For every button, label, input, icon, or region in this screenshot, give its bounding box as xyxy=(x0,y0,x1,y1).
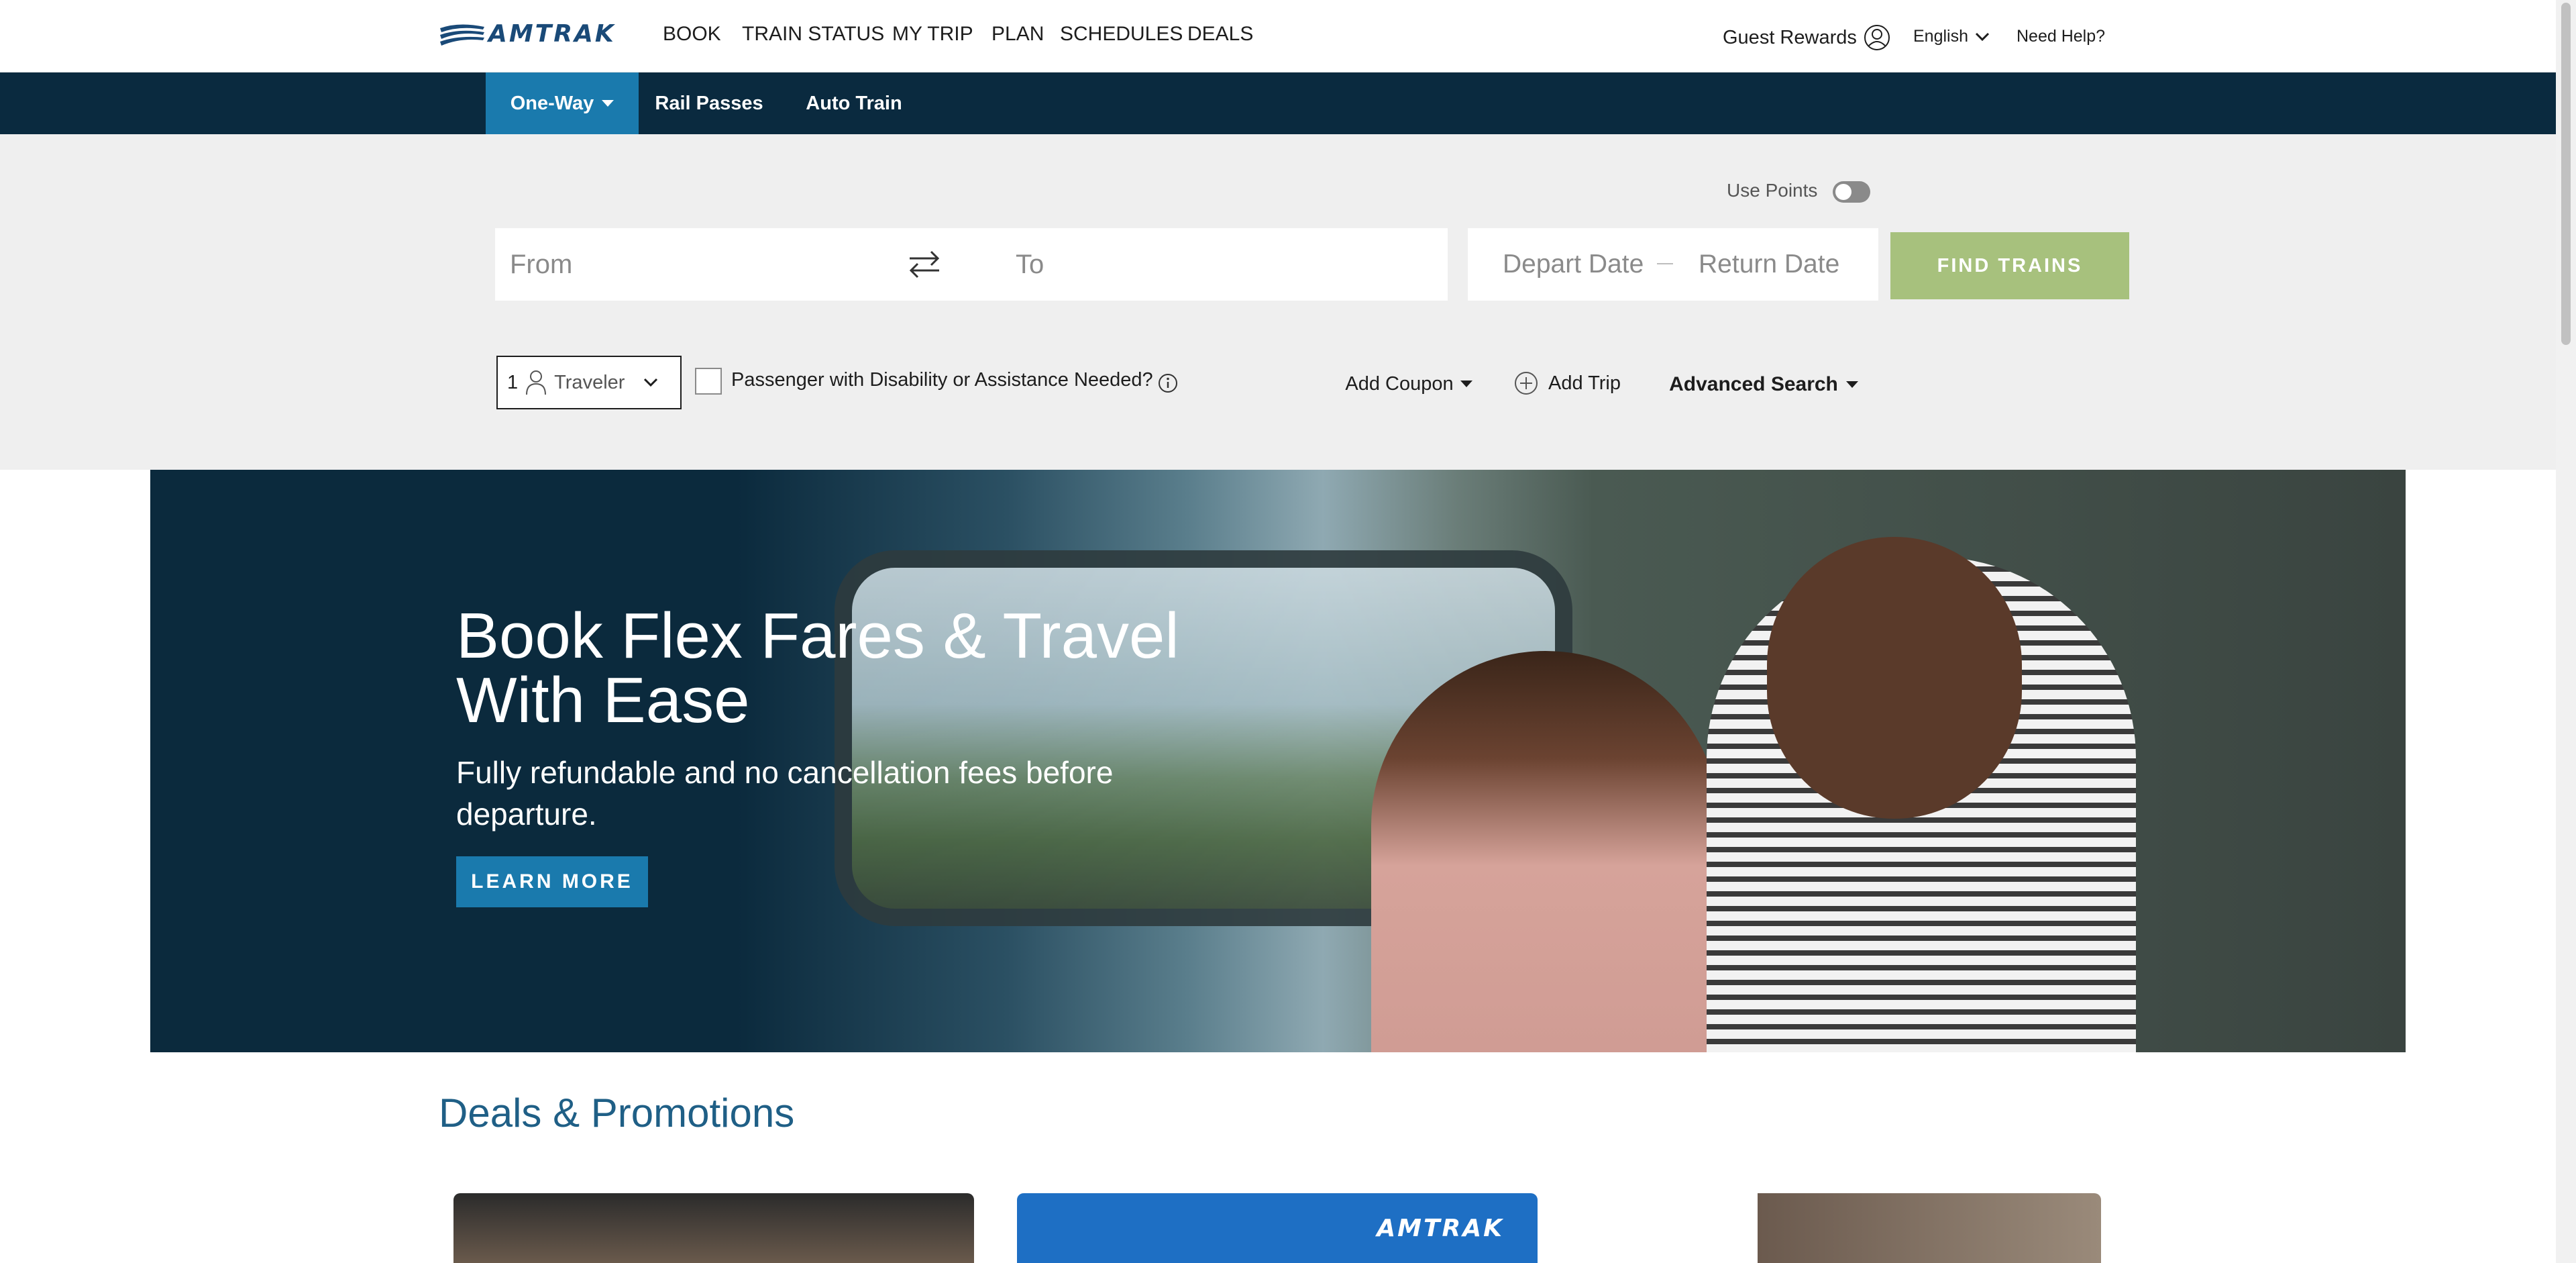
hero-passenger-image xyxy=(1371,651,1720,1052)
add-coupon-label: Add Coupon xyxy=(1345,372,1454,395)
disability-checkbox[interactable] xyxy=(695,368,722,395)
chevron-down-icon xyxy=(644,378,658,387)
need-help-link[interactable]: Need Help? xyxy=(2017,27,2105,46)
toggle-knob xyxy=(1835,184,1851,200)
date-separator xyxy=(1657,263,1673,264)
tab-one-way[interactable]: One-Way xyxy=(486,72,639,134)
tab-auto-train[interactable]: Auto Train xyxy=(780,72,928,134)
deals-section-title: Deals & Promotions xyxy=(439,1091,795,1135)
return-date-input[interactable] xyxy=(1690,247,1872,282)
amtrak-logo-icon xyxy=(440,24,484,46)
advanced-search-label: Advanced Search xyxy=(1669,373,1838,395)
caret-down-icon xyxy=(1845,381,1858,388)
hero-subtitle: Fully refundable and no cancellation fee… xyxy=(456,755,1114,831)
nav-deals[interactable]: DEALS xyxy=(1187,23,1253,46)
hero-title: Book Flex Fares & Travel With Ease xyxy=(456,600,1179,736)
route-box xyxy=(495,228,1448,301)
person-icon xyxy=(526,370,547,395)
top-header: AMTRAK BOOK TRAIN STATUS MY TRIP PLAN SC… xyxy=(0,0,2576,72)
booking-panel xyxy=(0,134,2556,470)
disability-assistance-link[interactable]: Passenger with Disability or Assistance … xyxy=(731,369,1153,391)
depart-date-input[interactable] xyxy=(1495,247,1656,282)
info-button[interactable] xyxy=(1158,373,1178,393)
tab-rail-passes-label: Rail Passes xyxy=(655,92,763,114)
traveler-selector[interactable]: 1 Traveler xyxy=(496,356,682,409)
tab-auto-train-label: Auto Train xyxy=(806,92,902,114)
page-scrollbar[interactable] xyxy=(2556,0,2576,1263)
scrollbar-thumb[interactable] xyxy=(2561,3,2571,345)
caret-down-icon xyxy=(1460,381,1472,387)
caret-down-icon xyxy=(602,100,614,107)
from-input[interactable] xyxy=(502,248,898,281)
traveler-label: Traveler xyxy=(554,371,625,393)
swap-arrows-icon xyxy=(909,250,940,279)
tab-rail-passes[interactable]: Rail Passes xyxy=(639,72,780,134)
traveler-count: 1 xyxy=(507,371,519,393)
advanced-search-button[interactable]: Advanced Search xyxy=(1646,360,1881,409)
chevron-down-icon xyxy=(1975,32,1990,41)
nav-book[interactable]: BOOK xyxy=(663,23,721,46)
add-trip-button[interactable]: Add Trip xyxy=(1488,361,1646,405)
language-label: English xyxy=(1913,27,1968,46)
nav-schedules[interactable]: SCHEDULES xyxy=(1060,23,1183,46)
deal-card[interactable] xyxy=(1580,1193,2101,1263)
tab-one-way-label: One-Way xyxy=(510,92,594,114)
guest-rewards-label: Guest Rewards xyxy=(1723,26,1857,48)
learn-more-button[interactable]: LEARN MORE xyxy=(456,856,648,907)
hero-passenger-image xyxy=(1767,537,2022,819)
nav-plan[interactable]: PLAN xyxy=(991,23,1044,46)
user-icon xyxy=(1864,25,1890,50)
deal-card[interactable] xyxy=(453,1193,974,1263)
nav-my-trip[interactable]: MY TRIP xyxy=(892,23,973,46)
find-trains-button[interactable]: FIND TRAINS xyxy=(1890,232,2129,299)
use-points-label: Use Points xyxy=(1727,180,1818,201)
plus-circle-icon xyxy=(1515,372,1538,395)
add-trip-label: Add Trip xyxy=(1548,372,1621,394)
deal-card[interactable]: AMTRAK xyxy=(1017,1193,1538,1263)
amtrak-logo-text: AMTRAK xyxy=(488,19,616,48)
deal-card-brand: AMTRAK xyxy=(1377,1214,1504,1242)
language-selector[interactable]: English xyxy=(1913,27,1990,46)
info-icon xyxy=(1159,374,1177,393)
booking-type-tabs: One-Way Rail Passes Auto Train xyxy=(0,72,2556,134)
amtrak-logo[interactable]: AMTRAK xyxy=(439,19,640,48)
hero-banner: Book Flex Fares & Travel With Ease Fully… xyxy=(150,470,2406,1052)
swap-stations-button[interactable] xyxy=(898,235,951,294)
to-input[interactable] xyxy=(1008,248,1403,281)
use-points-toggle[interactable] xyxy=(1833,181,1870,203)
guest-rewards-link[interactable]: Guest Rewards xyxy=(1723,24,1890,51)
add-coupon-button[interactable]: Add Coupon xyxy=(1330,362,1488,405)
nav-train-status[interactable]: TRAIN STATUS xyxy=(742,23,884,46)
date-box xyxy=(1468,228,1878,301)
